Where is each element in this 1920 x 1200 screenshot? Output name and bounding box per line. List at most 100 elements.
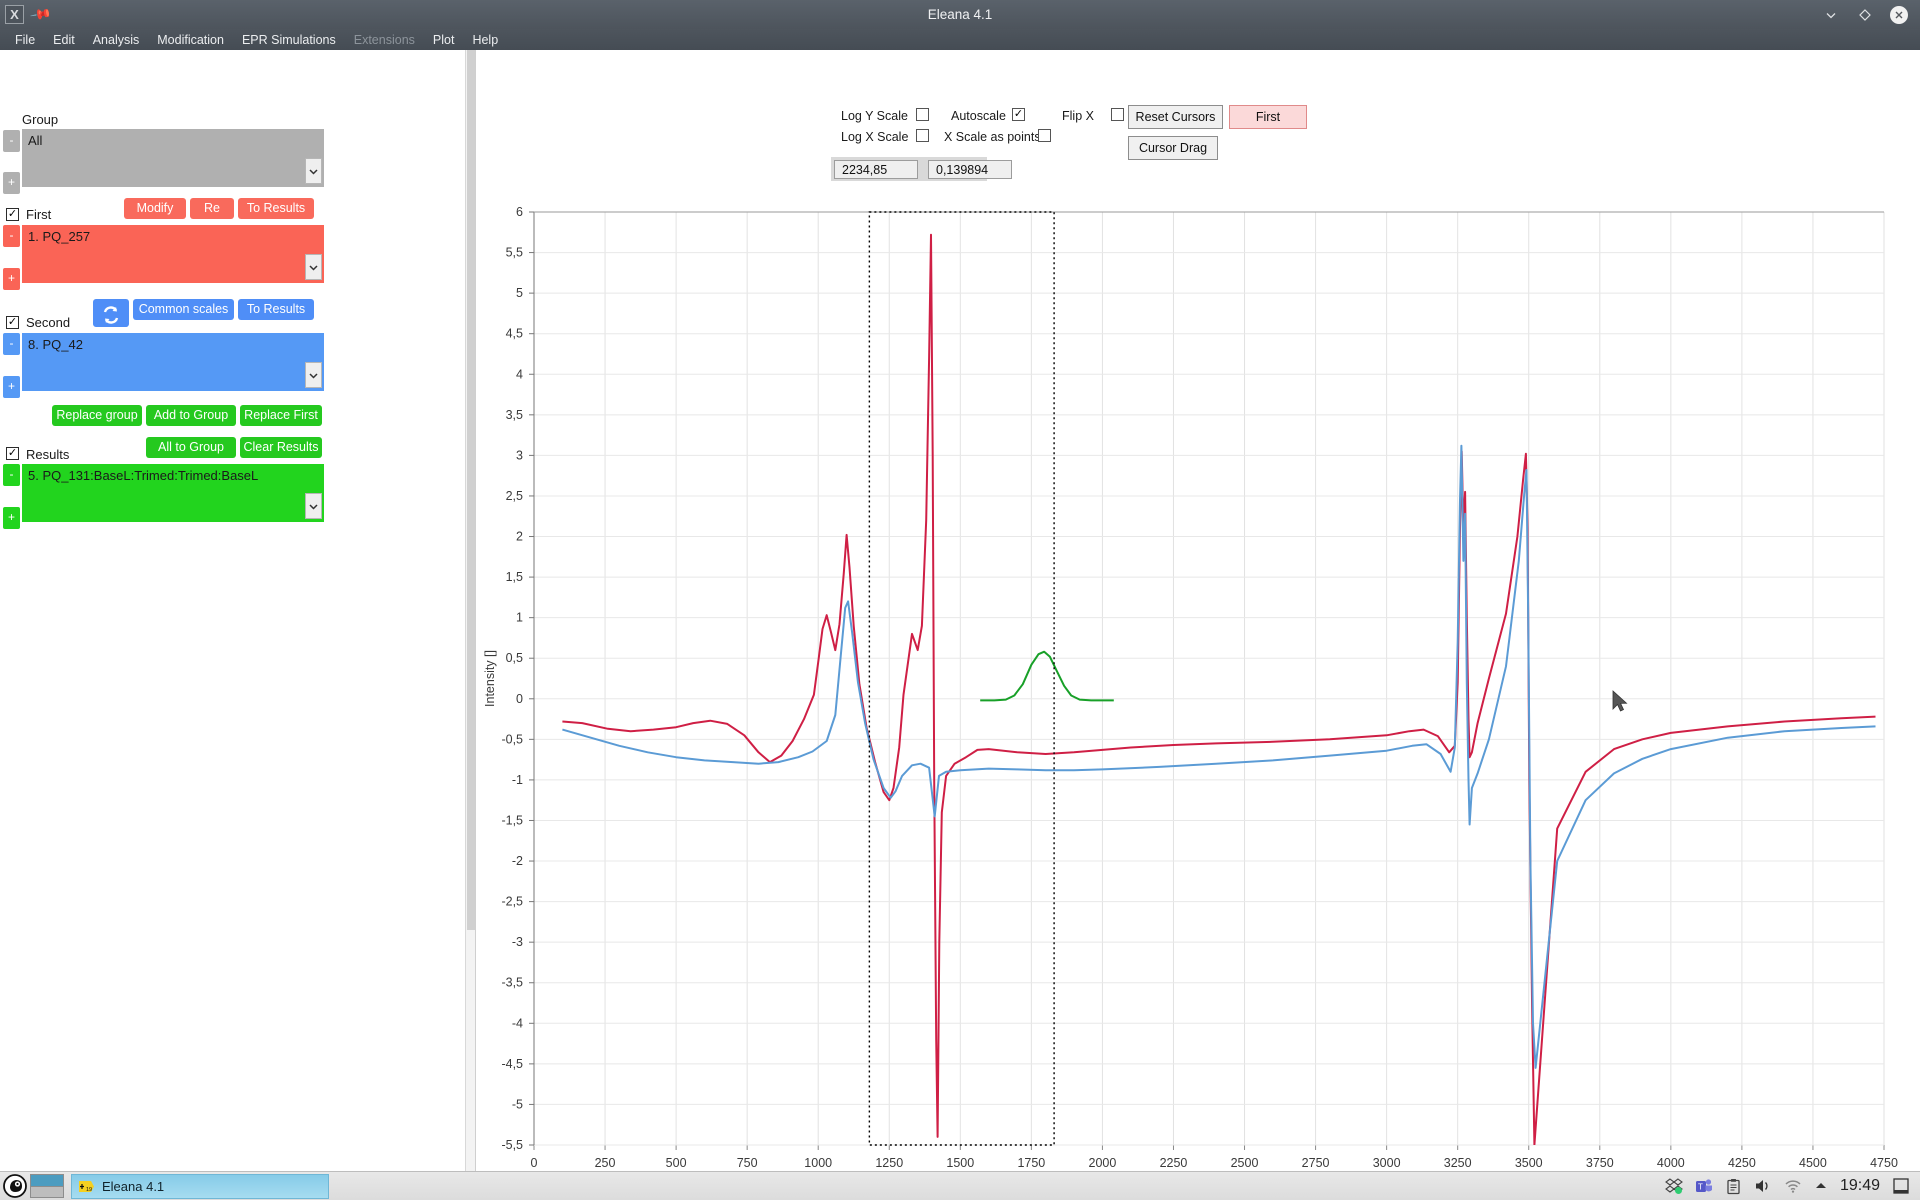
window-title: Eleana 4.1 [0, 7, 1920, 22]
svg-text:2: 2 [516, 530, 523, 544]
first-add-button[interactable]: + [3, 268, 20, 290]
svg-text:T: T [1698, 1183, 1703, 1192]
menu-help[interactable]: Help [463, 31, 507, 49]
second-common-scales-button[interactable]: Common scales [133, 299, 234, 320]
group-selected-item: All [28, 133, 42, 148]
svg-text:3: 3 [516, 448, 523, 462]
svg-text:-1,5: -1,5 [501, 813, 523, 827]
system-tray: T [1665, 1177, 1920, 1195]
first-selected-item: 1. PQ_257 [28, 229, 90, 244]
workspace-switcher-icon[interactable] [30, 1174, 64, 1198]
second-selected-item: 8. PQ_42 [28, 337, 83, 352]
teams-icon[interactable]: T [1695, 1177, 1713, 1195]
menu-plot[interactable]: Plot [424, 31, 464, 49]
first-enable-checkbox[interactable]: ✓ [6, 208, 19, 221]
first-re-button[interactable]: Re [190, 198, 234, 219]
second-listbox[interactable]: 8. PQ_42 [22, 333, 324, 391]
svg-text:-2,5: -2,5 [501, 895, 523, 909]
wifi-icon[interactable] [1784, 1177, 1802, 1195]
swap-first-second-button[interactable] [93, 299, 129, 327]
svg-text:-4: -4 [512, 1016, 523, 1030]
first-remove-button[interactable]: - [3, 225, 20, 247]
results-remove-button[interactable]: - [3, 464, 20, 486]
show-hidden-icon[interactable] [1814, 1179, 1828, 1193]
replace-first-button[interactable]: Replace First [240, 405, 322, 426]
svg-text:2000: 2000 [1089, 1156, 1117, 1170]
svg-text:6: 6 [516, 205, 523, 219]
svg-text:1250: 1250 [875, 1156, 903, 1170]
titlebar-left-icons: X 📌 [0, 5, 49, 24]
pin-icon[interactable]: 📌 [29, 3, 53, 27]
svg-text:1750: 1750 [1017, 1156, 1045, 1170]
taskbar: 19 Eleana 4.1 T [0, 1171, 1920, 1200]
menu-modification[interactable]: Modification [148, 31, 233, 49]
plot-panel: Log Y Scale Autoscale ✓ Flip X Reset Cur… [476, 50, 1920, 1191]
taskbar-item-eleana[interactable]: 19 Eleana 4.1 [71, 1174, 329, 1199]
menu-analysis[interactable]: Analysis [84, 31, 149, 49]
second-add-button[interactable]: + [3, 376, 20, 398]
svg-text:3,5: 3,5 [506, 408, 523, 422]
svg-text:4000: 4000 [1657, 1156, 1685, 1170]
sidebar-panel: Group - + All ✓ First Modify Re To Resul… [0, 50, 476, 1191]
svg-text:500: 500 [666, 1156, 687, 1170]
mouse-pointer-icon [1612, 690, 1630, 714]
diamond-icon[interactable] [1856, 6, 1874, 24]
svg-text:1: 1 [516, 611, 523, 625]
labview-app-icon: 19 [78, 1178, 95, 1195]
second-dropdown-arrow-icon[interactable] [305, 362, 322, 388]
show-desktop-icon[interactable] [1892, 1177, 1910, 1195]
group-remove-button[interactable]: - [3, 130, 20, 152]
first-modify-button[interactable]: Modify [124, 198, 186, 219]
svg-text:0,5: 0,5 [506, 651, 523, 665]
svg-text:4750: 4750 [1870, 1156, 1898, 1170]
labview-app-icon[interactable]: X [5, 5, 24, 24]
svg-text:0: 0 [531, 1156, 538, 1170]
svg-text:3000: 3000 [1373, 1156, 1401, 1170]
svg-text:1000: 1000 [804, 1156, 832, 1170]
results-add-button[interactable]: + [3, 507, 20, 529]
all-to-group-button[interactable]: All to Group [146, 437, 236, 458]
first-listbox[interactable]: 1. PQ_257 [22, 225, 324, 283]
dropbox-icon[interactable] [1665, 1177, 1683, 1195]
svg-text:-3: -3 [512, 935, 523, 949]
svg-text:4250: 4250 [1728, 1156, 1756, 1170]
menu-file[interactable]: File [6, 31, 44, 49]
svg-text:0: 0 [516, 692, 523, 706]
first-to-results-button[interactable]: To Results [238, 198, 314, 219]
add-to-group-button[interactable]: Add to Group [146, 405, 236, 426]
svg-text:5: 5 [516, 286, 523, 300]
clipboard-icon[interactable] [1725, 1178, 1742, 1195]
second-to-results-button[interactable]: To Results [238, 299, 314, 320]
close-icon[interactable] [1890, 6, 1908, 24]
second-remove-button[interactable]: - [3, 333, 20, 355]
replace-group-button[interactable]: Replace group [52, 405, 142, 426]
svg-text:4: 4 [516, 367, 523, 381]
svg-text:-2: -2 [512, 854, 523, 868]
volume-icon[interactable] [1754, 1177, 1772, 1195]
first-dropdown-arrow-icon[interactable] [305, 254, 322, 280]
opensuse-chameleon-icon[interactable] [0, 1174, 30, 1198]
chevron-down-icon[interactable] [1822, 6, 1840, 24]
svg-text:Intensity []: Intensity [] [483, 650, 497, 707]
svg-text:19: 19 [86, 1187, 92, 1193]
group-add-button[interactable]: + [3, 172, 20, 194]
results-selected-item: 5. PQ_131:BaseL:Trimed:Trimed:BaseL [28, 468, 258, 483]
group-section-label: Group [22, 112, 58, 127]
taskbar-clock: 19:49 [1840, 1177, 1880, 1195]
epr-spectrum-chart[interactable]: 0250500750100012501500175020002250250027… [476, 50, 1920, 1191]
sidebar-scrollbar[interactable] [465, 50, 475, 1191]
results-enable-checkbox[interactable]: ✓ [6, 447, 19, 460]
results-dropdown-arrow-icon[interactable] [305, 493, 322, 519]
sidebar-scrollbar-thumb[interactable] [467, 50, 475, 930]
menu-edit[interactable]: Edit [44, 31, 84, 49]
group-dropdown-arrow-icon[interactable] [305, 158, 322, 184]
results-section-label: Results [26, 447, 69, 462]
svg-text:-3,5: -3,5 [501, 976, 523, 990]
results-listbox[interactable]: 5. PQ_131:BaseL:Trimed:Trimed:BaseL [22, 464, 324, 522]
menu-epr-simulations[interactable]: EPR Simulations [233, 31, 345, 49]
clear-results-button[interactable]: Clear Results [240, 437, 322, 458]
group-listbox[interactable]: All [22, 129, 324, 187]
first-section-label: First [26, 207, 51, 222]
taskbar-item-label: Eleana 4.1 [102, 1179, 164, 1194]
second-enable-checkbox[interactable]: ✓ [6, 316, 19, 329]
